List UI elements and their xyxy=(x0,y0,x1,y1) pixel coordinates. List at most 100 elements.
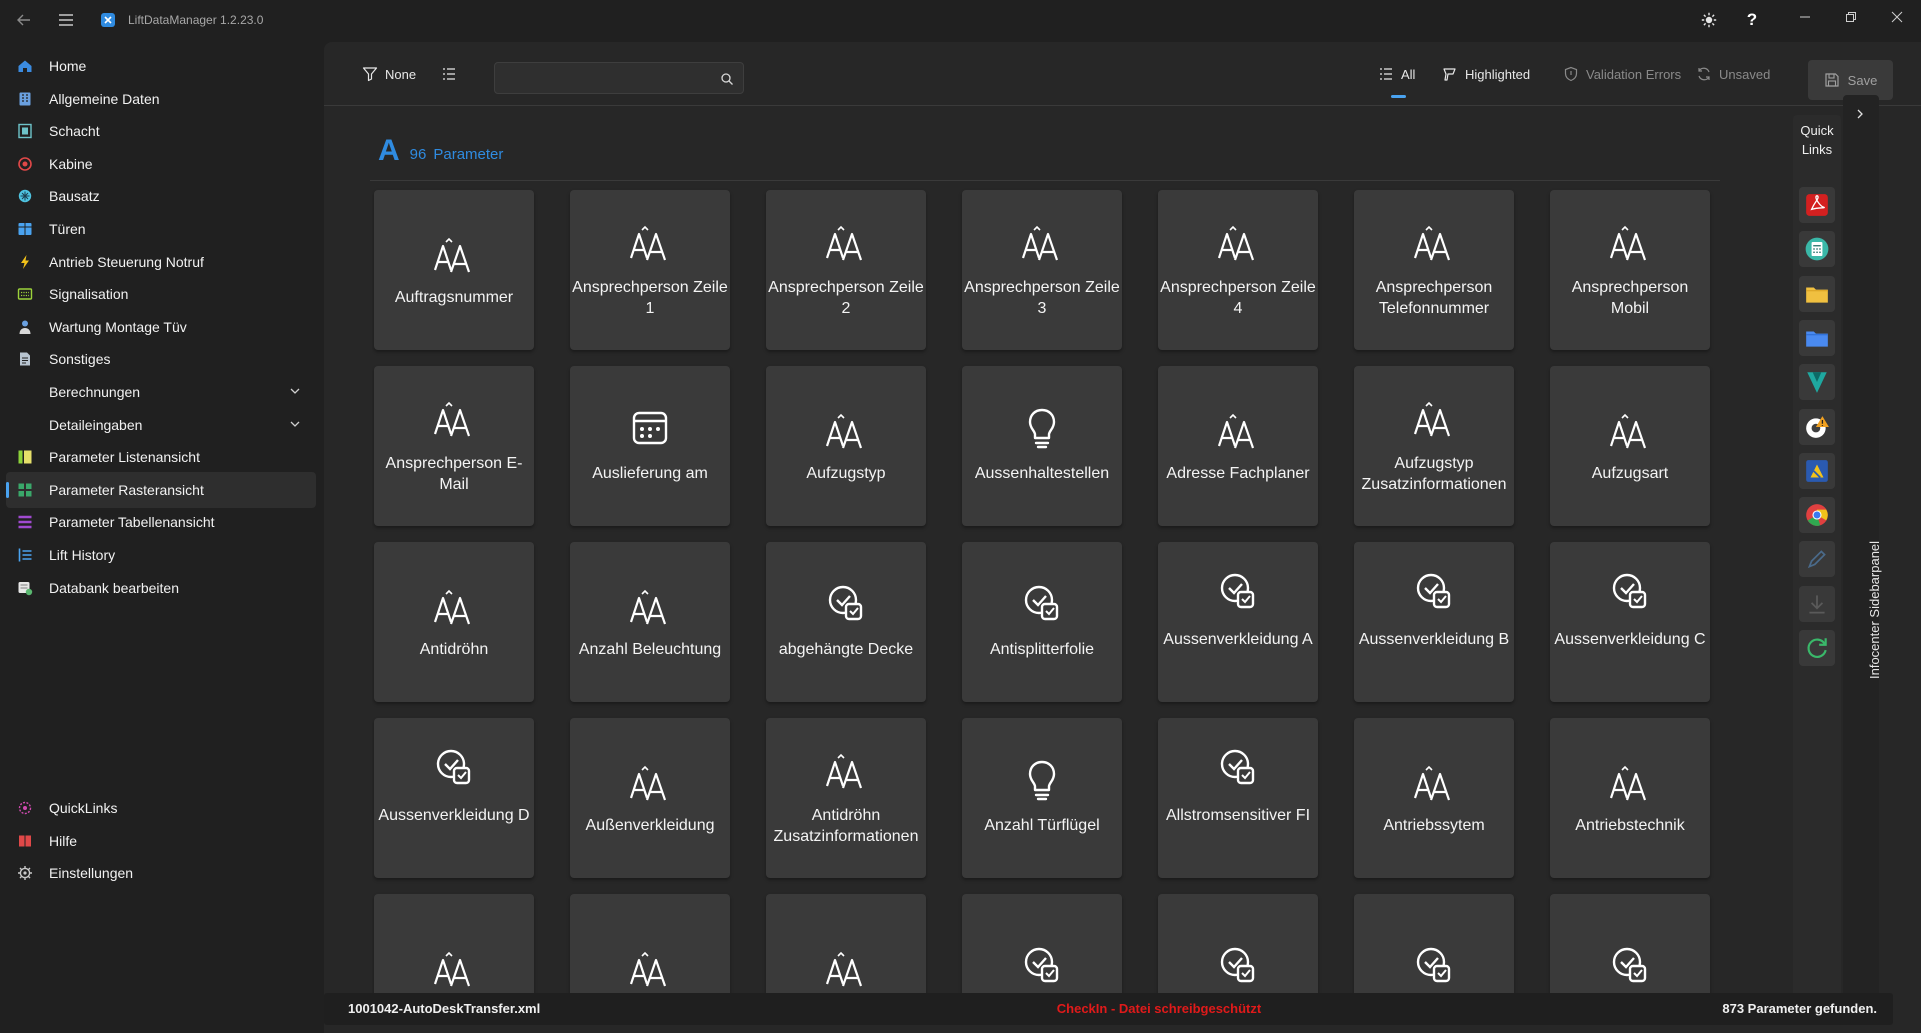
parameter-tile[interactable]: Außenverkleidung xyxy=(570,718,730,878)
quick-link-button[interactable] xyxy=(1799,319,1835,356)
sidebar-item-parameter-tabellenansicht[interactable]: Parameter Tabellenansicht xyxy=(6,504,316,540)
sidebar-item-berechnungen[interactable]: Berechnungen xyxy=(6,374,316,410)
sidebar-item-detaileingaben[interactable]: Detaileingaben xyxy=(6,407,316,443)
cabin-icon xyxy=(18,156,32,171)
parameter-tile[interactable]: Antriebstechnik xyxy=(1550,718,1710,878)
sidebar-item-parameter-rasteransicht[interactable]: Parameter Rasteransicht xyxy=(6,471,316,508)
refresh-icon xyxy=(1807,638,1827,658)
parameter-tile[interactable]: Anzahl Türflügel xyxy=(962,718,1122,878)
parameter-tile[interactable]: Antidröhn Zusatzinformationen xyxy=(766,718,926,878)
tab-all[interactable]: All xyxy=(1378,60,1415,88)
list-options-button[interactable] xyxy=(441,60,464,88)
parameter-tile[interactable]: abgehängte Decke xyxy=(766,542,926,702)
sidebar-item-parameter-listenansicht[interactable]: Parameter Listenansicht xyxy=(6,439,316,475)
sidebar-item-antrieb-steuerung-notruf[interactable]: Antrieb Steuerung Notruf xyxy=(6,244,316,280)
parameter-tile-label: Antriebssytem xyxy=(1383,817,1485,834)
parameter-tile[interactable]: Adresse Fachplaner xyxy=(1158,366,1318,526)
text-aa-icon xyxy=(433,589,471,625)
chevron-right-icon[interactable] xyxy=(1853,107,1867,121)
sidebar-item-label: QuickLinks xyxy=(49,800,118,816)
back-arrow-icon[interactable] xyxy=(12,8,36,32)
sun-icon[interactable] xyxy=(1697,8,1721,32)
sidebar-item-quicklinks[interactable]: QuickLinks xyxy=(6,790,316,826)
sidebar-item-hilfe[interactable]: Hilfe xyxy=(6,823,316,859)
parameter-tile[interactable]: Ansprechperson E-Mail xyxy=(374,366,534,526)
quick-link-button[interactable] xyxy=(1799,408,1835,445)
parameter-tile-label: Auftragsnummer xyxy=(394,289,514,306)
tab-validation-errors[interactable]: Validation Errors xyxy=(1563,60,1681,88)
app-logo-icon xyxy=(96,8,120,32)
sidebar-item-kabine[interactable]: Kabine xyxy=(6,146,316,182)
close-button[interactable] xyxy=(1874,4,1920,30)
quick-link-button[interactable] xyxy=(1799,275,1835,312)
save-button[interactable]: Save xyxy=(1808,60,1893,100)
calendar-icon xyxy=(632,411,668,445)
parameter-tile[interactable]: Aussenverkleidung C xyxy=(1550,542,1710,702)
parameter-tile[interactable]: Antidröhn xyxy=(374,542,534,702)
parameter-tile[interactable]: Ansprechperson Zeile 3 xyxy=(962,190,1122,350)
minimize-button[interactable] xyxy=(1782,4,1828,30)
sidebar-item-label: Bausatz xyxy=(49,188,100,205)
quick-link-button[interactable] xyxy=(1799,585,1835,622)
sidebar-item-label: Signalisation xyxy=(49,286,129,303)
text-aa-icon xyxy=(1217,413,1255,449)
filter-dropdown[interactable]: None xyxy=(362,60,416,88)
sidebar-item-schacht[interactable]: Schacht xyxy=(6,113,316,149)
parameter-tile[interactable]: Ansprechperson Zeile 2 xyxy=(766,190,926,350)
text-aa-icon xyxy=(825,225,863,261)
sidebar-item-allgemeine-daten[interactable]: Allgemeine Daten xyxy=(6,81,316,117)
checkbox-icon xyxy=(1024,585,1059,621)
restore-button[interactable] xyxy=(1828,4,1874,30)
parameter-tile[interactable]: Ansprechperson Mobil xyxy=(1550,190,1710,350)
parameter-tile[interactable]: Ansprechperson Zeile 1 xyxy=(570,190,730,350)
parameter-tile[interactable]: Antisplitterfolie xyxy=(962,542,1122,702)
hamburger-icon[interactable] xyxy=(54,8,78,32)
parameter-tile[interactable]: Aussenverkleidung D xyxy=(374,718,534,878)
sidebar-item-home[interactable]: Home xyxy=(6,48,316,84)
sidebar-item-label: Databank bearbeiten xyxy=(49,579,179,596)
sidebar-item-einstellungen[interactable]: Einstellungen xyxy=(6,855,316,891)
quick-link-button[interactable] xyxy=(1799,231,1835,268)
sidebar-item-bausatz[interactable]: Bausatz xyxy=(6,178,316,214)
quick-link-button[interactable] xyxy=(1799,452,1835,489)
sidebar-item-label: Sonstiges xyxy=(49,351,111,368)
quick-link-button[interactable] xyxy=(1799,187,1835,223)
quick-links-panel: Quick Links xyxy=(1793,115,1841,1013)
parameter-tile[interactable]: Aussenhaltestellen xyxy=(962,366,1122,526)
parameter-tile[interactable]: Auslieferung am xyxy=(570,366,730,526)
parameter-tile-label: Aussenverkleidung A xyxy=(1163,631,1313,648)
parameter-tile[interactable]: Auftragsnummer xyxy=(374,190,534,350)
sidebar-item-lift-history[interactable]: Lift History xyxy=(6,537,316,573)
parameter-tile[interactable]: Aussenverkleidung B xyxy=(1354,542,1514,702)
sidebar-item-sonstiges[interactable]: Sonstiges xyxy=(6,341,316,377)
sidebar-item-wartung-montage-tüv[interactable]: Wartung Montage Tüv xyxy=(6,309,316,345)
quick-link-button[interactable] xyxy=(1799,364,1835,401)
parameter-tile-label: Aufzugsart xyxy=(1591,465,1669,482)
parameter-tile[interactable]: Allstromsensitiver FI xyxy=(1158,718,1318,878)
parameter-tile[interactable]: Aufzugsart xyxy=(1550,366,1710,526)
sidebar-item-databank-bearbeiten[interactable]: Databank bearbeiten xyxy=(6,570,316,606)
search-icon[interactable] xyxy=(719,71,735,87)
quick-link-button[interactable] xyxy=(1799,630,1835,666)
main-panel: None All Highlighted Validation Errors U… xyxy=(324,42,1921,1033)
sidebar-item-label: Schacht xyxy=(49,123,100,140)
parameter-tile[interactable]: Aufzugstyp Zusatzinformationen xyxy=(1354,366,1514,526)
sidebar-item-label: Berechnungen xyxy=(49,384,141,400)
sidebar-item-türen[interactable]: Türen xyxy=(6,211,316,247)
text-aa-icon xyxy=(629,589,667,625)
parameter-tile[interactable]: Aussenverkleidung A xyxy=(1158,542,1318,702)
parameter-tile[interactable]: Ansprechperson Telefonnummer xyxy=(1354,190,1514,350)
search-input[interactable] xyxy=(503,69,703,87)
parameter-tile[interactable]: Ansprechperson Zeile 4 xyxy=(1158,190,1318,350)
question-mark-icon[interactable]: ? xyxy=(1740,8,1764,32)
parameter-tile[interactable]: Antriebssytem xyxy=(1354,718,1514,878)
parameter-tile[interactable]: Aufzugstyp xyxy=(766,366,926,526)
quick-link-button[interactable] xyxy=(1799,541,1835,578)
checkbox-icon xyxy=(1220,749,1255,785)
infocenter-sidebar-panel[interactable]: Infocenter Sidebarpanel xyxy=(1843,95,1882,1013)
parameter-tile[interactable]: Anzahl Beleuchtung xyxy=(570,542,730,702)
tab-highlighted[interactable]: Highlighted xyxy=(1442,60,1530,88)
tab-unsaved[interactable]: Unsaved xyxy=(1696,60,1770,88)
quick-link-button[interactable] xyxy=(1799,497,1835,534)
sidebar-item-signalisation[interactable]: Signalisation xyxy=(6,276,316,312)
